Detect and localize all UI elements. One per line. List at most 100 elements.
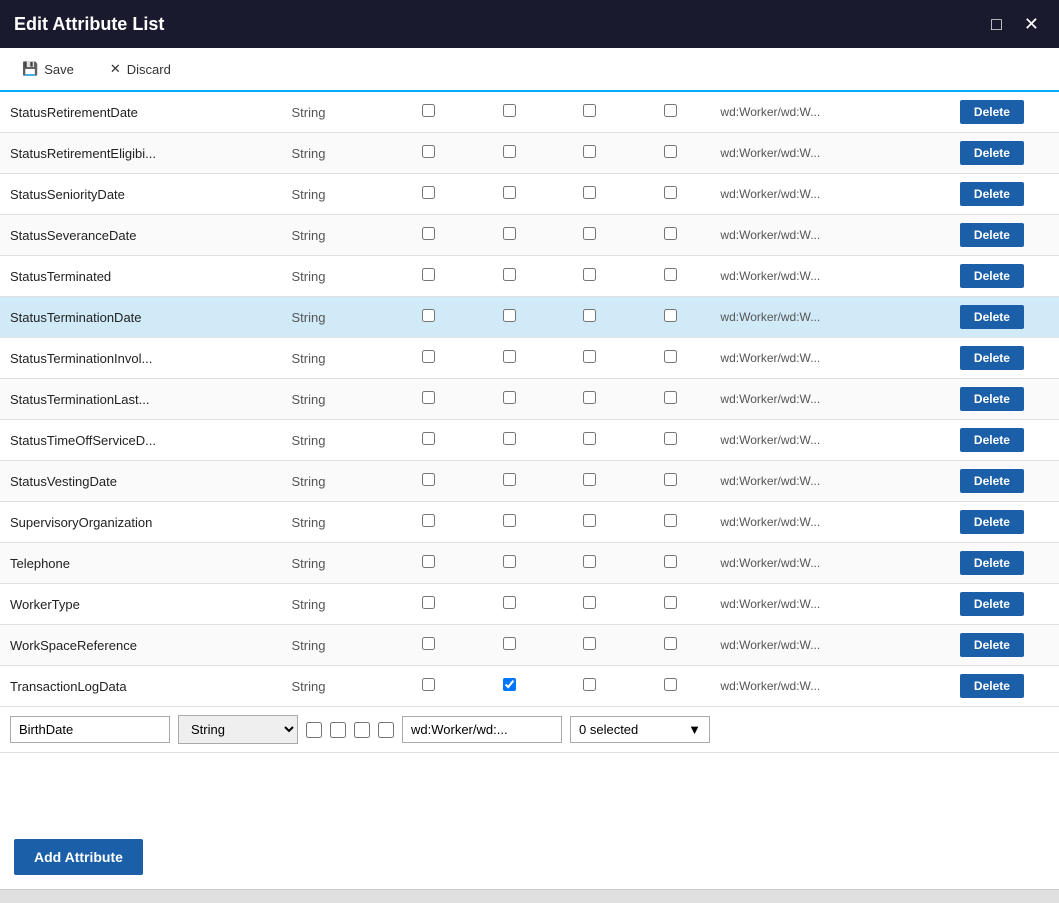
row-check-1[interactable] xyxy=(389,379,469,420)
row-check-3[interactable] xyxy=(550,625,630,666)
row-check-3[interactable] xyxy=(550,502,630,543)
check-col2[interactable] xyxy=(503,350,516,363)
check-col1[interactable] xyxy=(422,432,435,445)
check-col4[interactable] xyxy=(664,637,677,650)
delete-button[interactable]: Delete xyxy=(960,223,1024,247)
check-col4[interactable] xyxy=(664,350,677,363)
delete-button[interactable]: Delete xyxy=(960,674,1024,698)
discard-button[interactable]: ✕ Discard xyxy=(102,57,179,81)
row-check-1[interactable] xyxy=(389,256,469,297)
row-check-2[interactable] xyxy=(469,338,549,379)
check-col3[interactable] xyxy=(583,473,596,486)
check-col1[interactable] xyxy=(422,145,435,158)
row-check-4[interactable] xyxy=(630,502,710,543)
row-check-3[interactable] xyxy=(550,543,630,584)
delete-button[interactable]: Delete xyxy=(960,428,1024,452)
check-col3[interactable] xyxy=(583,350,596,363)
check-col4[interactable] xyxy=(664,473,677,486)
row-check-1[interactable] xyxy=(389,297,469,338)
check-col2[interactable] xyxy=(503,514,516,527)
check-col2[interactable] xyxy=(503,678,516,691)
delete-button[interactable]: Delete xyxy=(960,592,1024,616)
row-check-2[interactable] xyxy=(469,92,549,133)
new-check-2[interactable] xyxy=(330,722,346,738)
new-xpath[interactable] xyxy=(402,716,562,743)
check-col1[interactable] xyxy=(422,186,435,199)
check-col2[interactable] xyxy=(503,227,516,240)
check-col4[interactable] xyxy=(664,227,677,240)
check-col2[interactable] xyxy=(503,596,516,609)
row-check-1[interactable] xyxy=(389,215,469,256)
delete-button[interactable]: Delete xyxy=(960,264,1024,288)
row-check-4[interactable] xyxy=(630,379,710,420)
row-check-2[interactable] xyxy=(469,420,549,461)
save-button[interactable]: 💾 Save xyxy=(14,57,82,81)
row-check-4[interactable] xyxy=(630,174,710,215)
row-check-4[interactable] xyxy=(630,666,710,707)
check-col4[interactable] xyxy=(664,145,677,158)
row-check-3[interactable] xyxy=(550,420,630,461)
row-check-2[interactable] xyxy=(469,215,549,256)
horizontal-scrollbar[interactable] xyxy=(0,889,1059,903)
check-col4[interactable] xyxy=(664,678,677,691)
check-col3[interactable] xyxy=(583,514,596,527)
row-check-4[interactable] xyxy=(630,133,710,174)
check-col1[interactable] xyxy=(422,350,435,363)
check-col1[interactable] xyxy=(422,514,435,527)
check-col1[interactable] xyxy=(422,309,435,322)
delete-button[interactable]: Delete xyxy=(960,551,1024,575)
row-check-2[interactable] xyxy=(469,379,549,420)
check-col1[interactable] xyxy=(422,227,435,240)
row-check-3[interactable] xyxy=(550,338,630,379)
delete-button[interactable]: Delete xyxy=(960,100,1024,124)
row-check-3[interactable] xyxy=(550,379,630,420)
check-col2[interactable] xyxy=(503,309,516,322)
new-check-4[interactable] xyxy=(378,722,394,738)
check-col3[interactable] xyxy=(583,309,596,322)
check-col2[interactable] xyxy=(503,145,516,158)
check-col1[interactable] xyxy=(422,268,435,281)
row-check-2[interactable] xyxy=(469,174,549,215)
delete-button[interactable]: Delete xyxy=(960,633,1024,657)
row-check-4[interactable] xyxy=(630,92,710,133)
row-check-3[interactable] xyxy=(550,666,630,707)
check-col2[interactable] xyxy=(503,186,516,199)
row-check-1[interactable] xyxy=(389,338,469,379)
check-col3[interactable] xyxy=(583,391,596,404)
check-col1[interactable] xyxy=(422,637,435,650)
row-check-4[interactable] xyxy=(630,215,710,256)
check-col4[interactable] xyxy=(664,514,677,527)
row-check-4[interactable] xyxy=(630,338,710,379)
new-attribute-name[interactable] xyxy=(10,716,170,743)
row-check-1[interactable] xyxy=(389,625,469,666)
row-check-3[interactable] xyxy=(550,92,630,133)
row-check-1[interactable] xyxy=(389,461,469,502)
row-check-3[interactable] xyxy=(550,297,630,338)
row-check-1[interactable] xyxy=(389,92,469,133)
maximize-button[interactable]: □ xyxy=(985,12,1008,37)
check-col4[interactable] xyxy=(664,186,677,199)
new-check-3[interactable] xyxy=(354,722,370,738)
delete-button[interactable]: Delete xyxy=(960,141,1024,165)
row-check-4[interactable] xyxy=(630,543,710,584)
add-attribute-button[interactable]: Add Attribute xyxy=(14,839,143,875)
delete-button[interactable]: Delete xyxy=(960,510,1024,534)
check-col2[interactable] xyxy=(503,473,516,486)
check-col3[interactable] xyxy=(583,145,596,158)
new-check-1[interactable] xyxy=(306,722,322,738)
new-attribute-type[interactable]: StringIntegerBooleanDate xyxy=(178,715,298,744)
row-check-2[interactable] xyxy=(469,543,549,584)
row-check-2[interactable] xyxy=(469,502,549,543)
check-col1[interactable] xyxy=(422,596,435,609)
row-check-4[interactable] xyxy=(630,625,710,666)
check-col3[interactable] xyxy=(583,637,596,650)
delete-button[interactable]: Delete xyxy=(960,182,1024,206)
row-check-2[interactable] xyxy=(469,256,549,297)
check-col1[interactable] xyxy=(422,678,435,691)
check-col3[interactable] xyxy=(583,596,596,609)
check-col4[interactable] xyxy=(664,104,677,117)
row-check-1[interactable] xyxy=(389,584,469,625)
check-col1[interactable] xyxy=(422,104,435,117)
row-check-1[interactable] xyxy=(389,133,469,174)
check-col2[interactable] xyxy=(503,391,516,404)
